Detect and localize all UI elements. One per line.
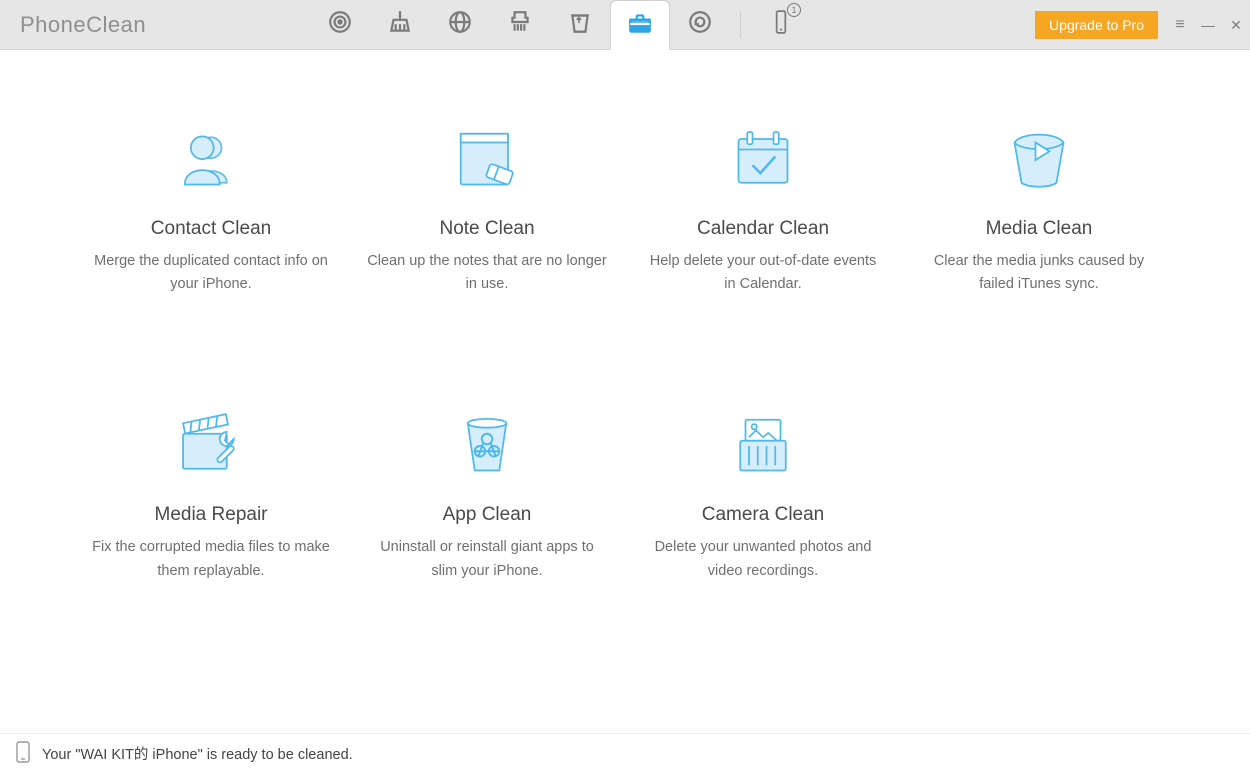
minimize-button[interactable]: — [1194,11,1222,39]
app-cup-icon [447,406,527,486]
broom-icon [387,9,413,40]
upgrade-button[interactable]: Upgrade to Pro [1035,11,1158,39]
tool-grid: Contact Clean Merge the duplicated conta… [81,120,1169,583]
tab-device[interactable]: 1 [751,0,811,49]
hamburger-icon: ≡ [1175,20,1184,30]
window-controls: Upgrade to Pro ≡ — ✕ [1035,0,1250,50]
status-bar: Your "WAI KIT的 iPhone" is ready to be cl… [0,733,1250,773]
tool-contact-clean[interactable]: Contact Clean Merge the duplicated conta… [81,120,341,296]
tool-desc: Clean up the notes that are no longer in… [357,250,617,296]
contacts-icon [171,120,251,200]
tool-desc: Clear the media junks caused by failed i… [909,250,1169,296]
main-content: Contact Clean Merge the duplicated conta… [0,50,1250,733]
tool-title: Media Clean [986,218,1093,240]
tab-shredder[interactable] [490,0,550,49]
toolbox-icon [627,10,653,41]
target-icon [327,9,353,40]
tool-title: Note Clean [439,218,534,240]
tab-restore[interactable] [670,0,730,49]
tool-title: Camera Clean [702,504,825,526]
device-count-badge: 1 [787,3,801,17]
tab-scan[interactable] [310,0,370,49]
globe-icon [447,9,473,40]
tool-media-repair[interactable]: Media Repair Fix the corrupted media fil… [81,406,341,582]
tool-desc: Delete your unwanted photos and video re… [633,536,893,582]
tab-trash[interactable] [550,0,610,49]
shredder-icon [507,9,533,40]
refresh-icon [687,9,713,40]
clapper-wrench-icon [171,406,251,486]
recycle-bin-icon [567,9,593,40]
tab-internet[interactable] [430,0,490,49]
tab-toolbox[interactable] [610,0,670,50]
phone-small-icon [16,741,42,767]
tab-separator [740,12,741,38]
tool-desc: Help delete your out-of-date events in C… [633,250,893,296]
status-text: Your "WAI KIT的 iPhone" is ready to be cl… [42,743,353,764]
tool-title: App Clean [443,504,532,526]
tool-calendar-clean[interactable]: Calendar Clean Help delete your out-of-d… [633,120,893,296]
tool-app-clean[interactable]: App Clean Uninstall or reinstall giant a… [357,406,617,582]
close-icon: ✕ [1230,17,1242,34]
tool-media-clean[interactable]: Media Clean Clear the media junks caused… [909,120,1169,296]
tool-title: Contact Clean [151,218,271,240]
tool-desc: Uninstall or reinstall giant apps to sli… [357,536,617,582]
note-eraser-icon [447,120,527,200]
app-title: PhoneClean [0,12,310,38]
menu-button[interactable]: ≡ [1166,11,1194,39]
close-button[interactable]: ✕ [1222,11,1250,39]
tool-note-clean[interactable]: Note Clean Clean up the notes that are n… [357,120,617,296]
tool-camera-clean[interactable]: Camera Clean Delete your unwanted photos… [633,406,893,582]
minimize-icon: — [1201,17,1215,33]
calendar-check-icon [723,120,803,200]
camera-bin-icon [723,406,803,486]
tool-desc: Merge the duplicated contact info on you… [81,250,341,296]
header-bar: PhoneClean [0,0,1250,50]
tool-title: Media Repair [155,504,268,526]
header-tabs: 1 [310,0,811,49]
tool-title: Calendar Clean [697,218,829,240]
tool-desc: Fix the corrupted media files to make th… [81,536,341,582]
media-bucket-icon [999,120,1079,200]
tab-clean[interactable] [370,0,430,49]
